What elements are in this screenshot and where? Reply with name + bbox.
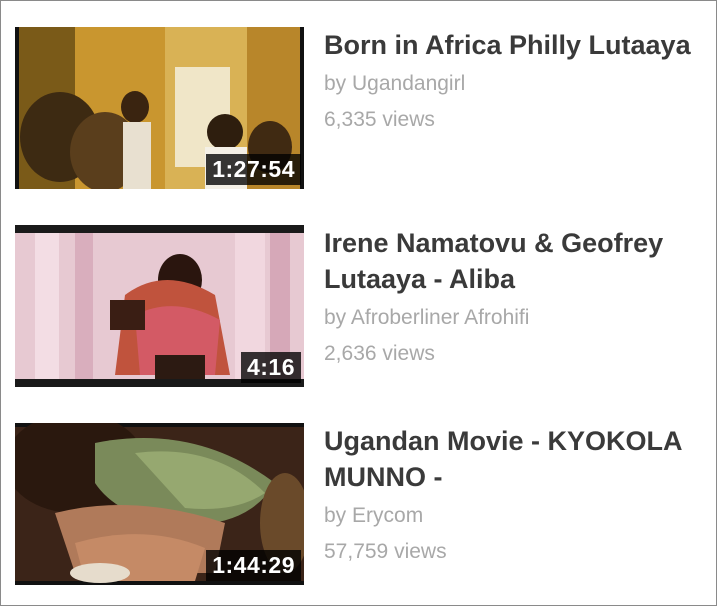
video-views: 6,335 views bbox=[324, 108, 435, 131]
video-meta-2: Irene Namatovu & Geofrey Lutaaya - Aliba… bbox=[324, 225, 694, 367]
video-title-link[interactable]: Irene Namatovu & Geofrey Lutaaya - Aliba bbox=[324, 225, 694, 297]
video-meta-1: Born in Africa Philly Lutaaya by Ugandan… bbox=[324, 27, 694, 133]
duration-badge: 1:44:29 bbox=[206, 550, 301, 581]
video-author: by Ugandangirl bbox=[324, 72, 466, 95]
video-title-link[interactable]: Born in Africa Philly Lutaaya bbox=[324, 27, 694, 63]
video-author: by Afroberliner Afrohifi bbox=[324, 306, 530, 329]
video-title-link[interactable]: Ugandan Movie - KYOKOLA MUNNO - bbox=[324, 423, 694, 495]
video-thumbnail-3[interactable]: 1:44:29 bbox=[15, 423, 304, 585]
video-item-2[interactable]: 4:16 Irene Namatovu & Geofrey Lutaaya - … bbox=[15, 225, 705, 387]
video-author: by Erycom bbox=[324, 504, 424, 527]
video-thumbnail-1[interactable]: 1:27:54 bbox=[15, 27, 304, 189]
video-item-1[interactable]: 1:27:54 Born in Africa Philly Lutaaya by… bbox=[15, 27, 705, 189]
video-views: 2,636 views bbox=[324, 342, 435, 365]
video-item-3[interactable]: 1:44:29 Ugandan Movie - KYOKOLA MUNNO - … bbox=[15, 423, 705, 585]
duration-badge: 1:27:54 bbox=[206, 154, 301, 185]
video-meta-3: Ugandan Movie - KYOKOLA MUNNO - by Eryco… bbox=[324, 423, 694, 565]
video-views: 57,759 views bbox=[324, 540, 447, 563]
video-thumbnail-2[interactable]: 4:16 bbox=[15, 225, 304, 387]
related-videos-panel: 1:27:54 Born in Africa Philly Lutaaya by… bbox=[0, 0, 717, 606]
duration-badge: 4:16 bbox=[240, 352, 301, 383]
